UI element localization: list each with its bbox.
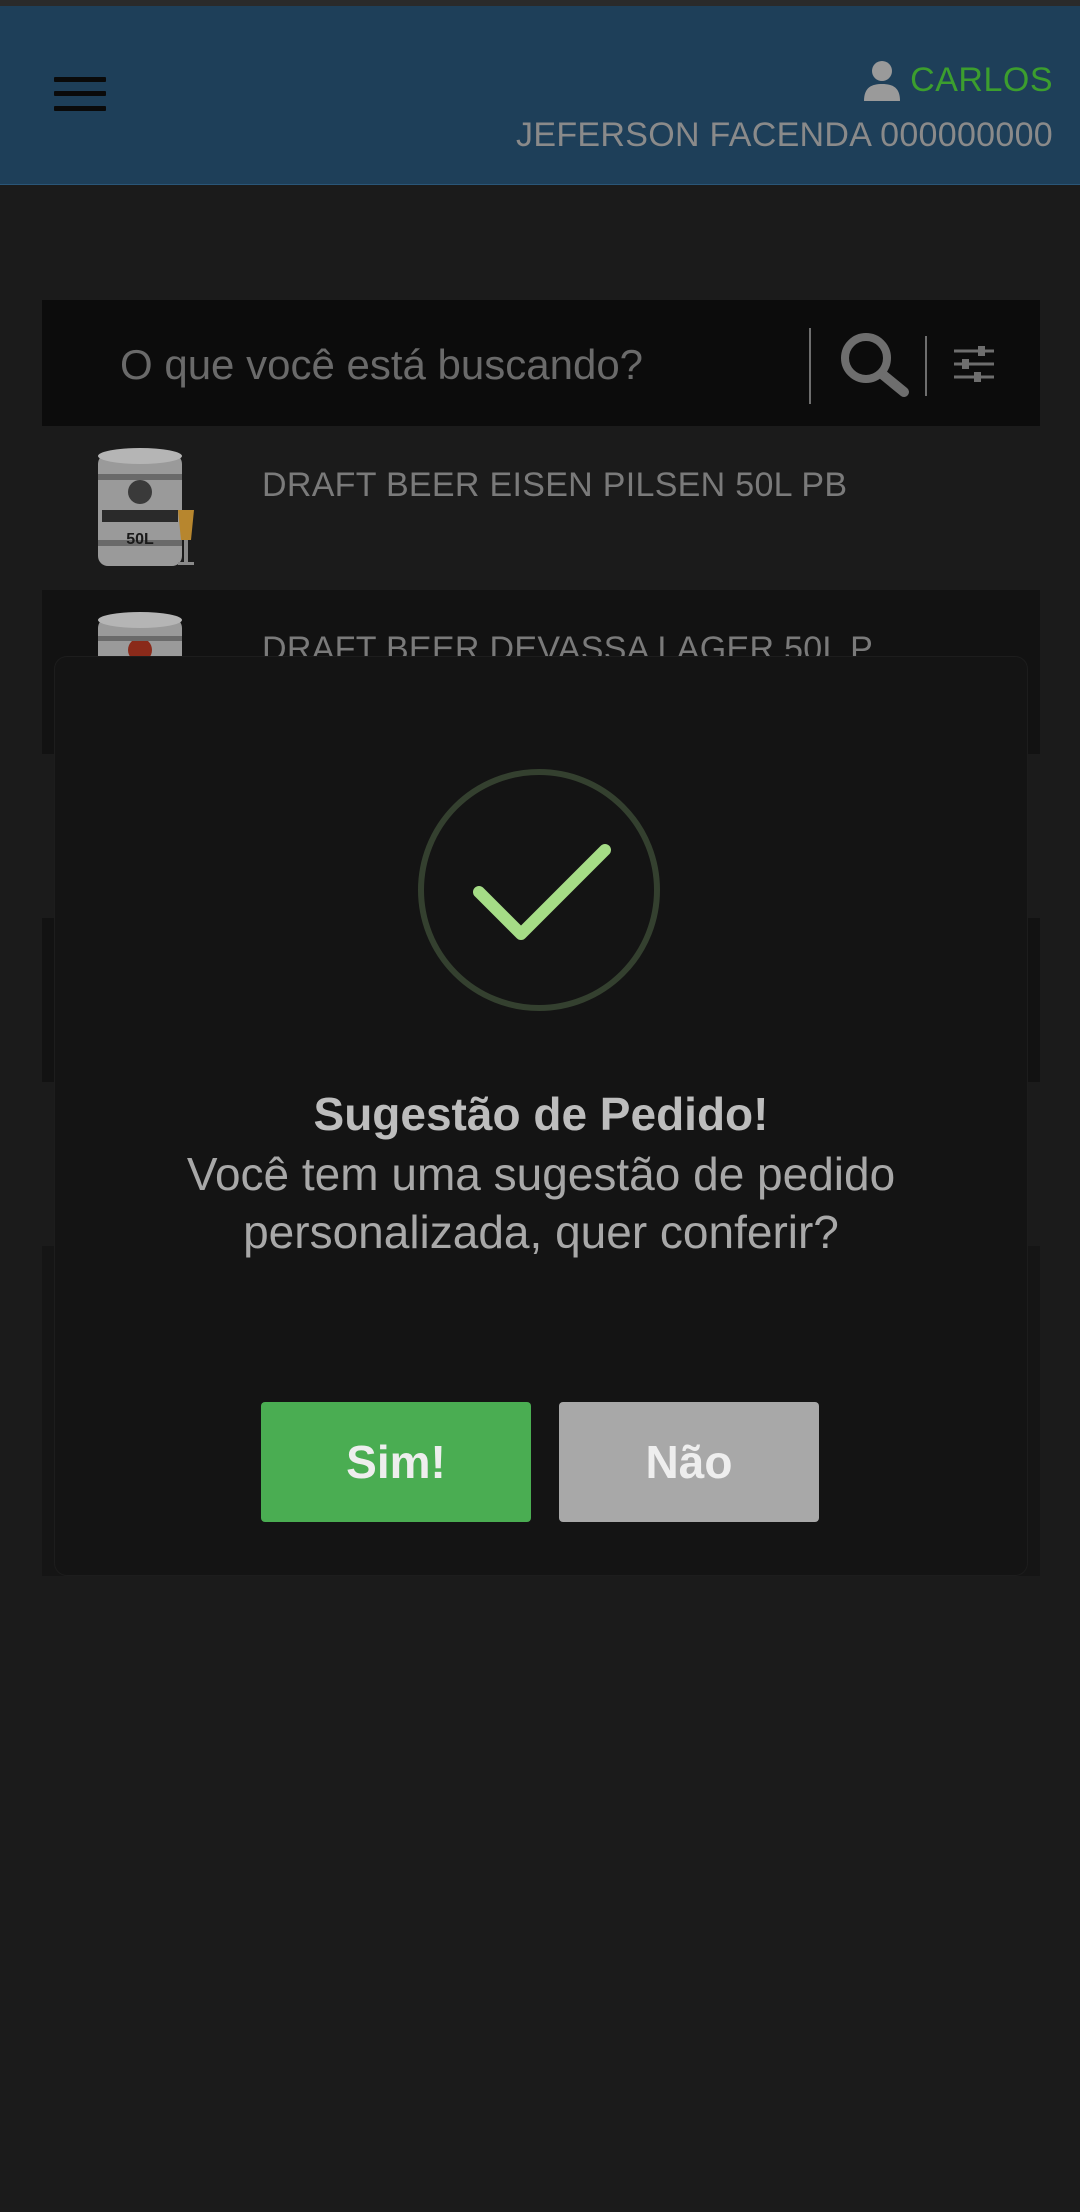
user-name: CARLOS bbox=[910, 60, 1053, 99]
product-name: DRAFT BEER EISEN PILSEN 50L PB bbox=[262, 466, 848, 504]
search-bar bbox=[42, 300, 1040, 426]
yes-button[interactable]: Sim! bbox=[261, 1402, 531, 1522]
search-input[interactable] bbox=[118, 332, 822, 398]
dialog-message: Você tem uma sugestão de pedido personal… bbox=[186, 1148, 896, 1258]
filter-icon[interactable] bbox=[952, 342, 996, 386]
filter-divider bbox=[925, 336, 927, 396]
user-info[interactable]: CARLOS bbox=[862, 58, 1053, 102]
search-divider bbox=[809, 328, 811, 404]
no-button[interactable]: Não bbox=[559, 1402, 819, 1522]
account-info: JEFERSON FACENDA 000000000 bbox=[516, 116, 1053, 154]
dialog-title: Sugestão de Pedido! bbox=[313, 1088, 769, 1140]
check-icon bbox=[418, 769, 660, 1011]
keg-volume-label: 50L bbox=[126, 531, 154, 548]
app-header: CARLOS JEFERSON FACENDA 000000000 bbox=[0, 6, 1080, 185]
menu-icon[interactable] bbox=[54, 74, 106, 114]
user-icon bbox=[864, 61, 901, 101]
order-suggestion-dialog: Sugestão de Pedido! Você tem uma sugestã… bbox=[55, 657, 1027, 1575]
search-icon[interactable] bbox=[838, 330, 912, 398]
product-image: 50L bbox=[98, 448, 194, 566]
product-item[interactable]: 50L DRAFT BEER EISEN PILSEN 50L PB bbox=[42, 426, 1040, 590]
